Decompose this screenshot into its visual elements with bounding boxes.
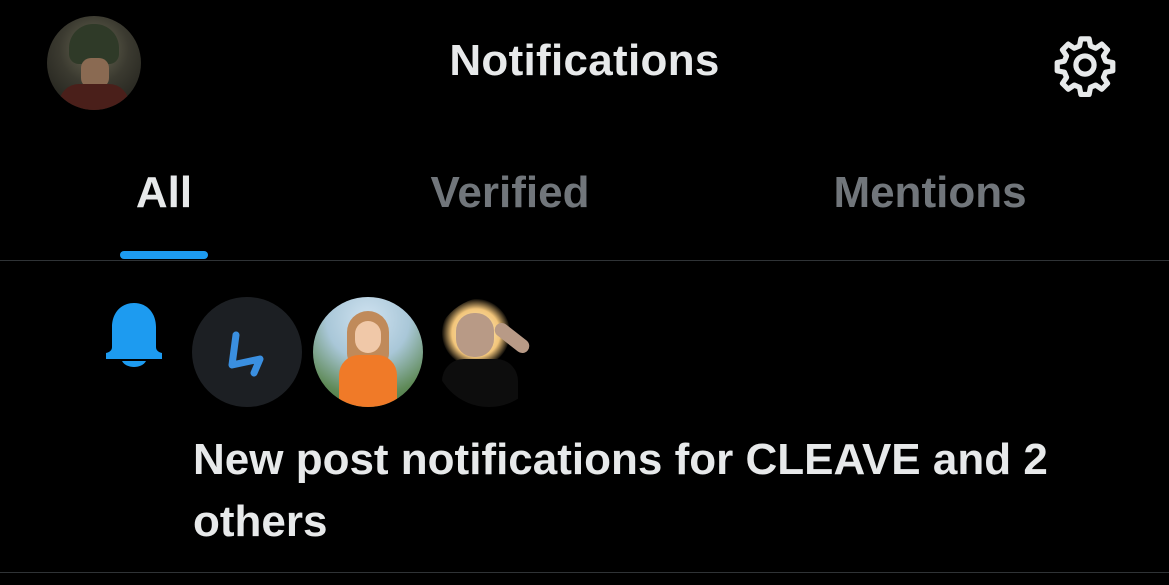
notification-tabs: All Verified Mentions <box>0 140 1169 260</box>
avatar-face <box>456 313 494 357</box>
divider <box>0 572 1169 573</box>
page-title: Notifications <box>449 36 720 85</box>
tab-all[interactable]: All <box>100 168 228 218</box>
avatar-user-3[interactable] <box>434 297 544 407</box>
notification-text: New post notifications for CLEAVE and 2 … <box>193 435 1048 546</box>
avatar-cleave[interactable] <box>192 297 302 407</box>
tab-verified[interactable]: Verified <box>380 168 640 218</box>
avatar-shirt <box>339 355 397 407</box>
avatar-face <box>355 321 381 353</box>
notification-item[interactable]: New post notifications for CLEAVE and 2 … <box>0 261 1169 572</box>
avatar-body <box>59 84 129 110</box>
top-bar: Notifications <box>0 0 1169 130</box>
avatar-shirt <box>442 359 518 407</box>
gear-icon[interactable] <box>1052 32 1118 98</box>
cleave-logo-icon <box>228 331 264 377</box>
tab-mentions[interactable]: Mentions <box>790 168 1070 218</box>
active-tab-indicator <box>120 251 208 259</box>
bell-icon <box>106 303 162 367</box>
avatar-user-2[interactable] <box>313 297 423 407</box>
